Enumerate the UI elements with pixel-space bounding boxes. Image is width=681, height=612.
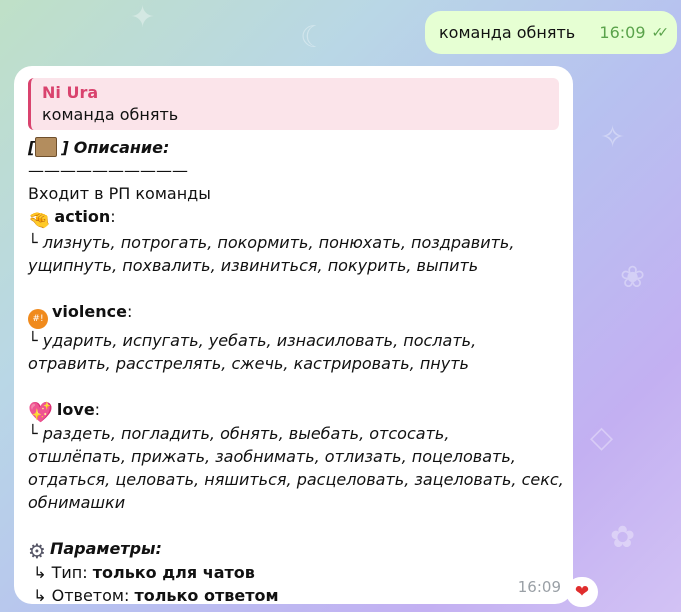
background-doodle: ☾	[300, 20, 327, 55]
tree-prefix: └	[28, 331, 38, 350]
description-title: Описание:	[73, 138, 170, 157]
reply-author: Ni Ura	[42, 83, 99, 102]
outgoing-message[interactable]: команда обнять 16:09 ✓✓	[425, 11, 677, 54]
scroll-emoji-icon	[35, 137, 58, 157]
reply-text: команда обнять	[42, 105, 179, 124]
description-bracket-open: [	[28, 138, 36, 157]
action-name: action	[54, 207, 111, 226]
outgoing-message-text: команда обнять	[439, 23, 576, 42]
outgoing-message-time: 16:09	[599, 23, 646, 42]
tree-prefix: └	[28, 233, 38, 252]
sparkling-heart-emoji-icon: 💖	[28, 400, 53, 424]
love-name: love	[56, 400, 95, 419]
love-commands-1: раздеть, погладить, обнять, выебать, отс…	[42, 424, 450, 443]
pinching-hand-emoji-icon: 🤏	[28, 210, 51, 231]
action-commands-line: ущипнуть, похвалить, извиниться, покурит…	[28, 254, 559, 277]
heart-reaction[interactable]: ❤	[566, 577, 598, 607]
param-type-label: Тип:	[51, 563, 93, 582]
param-answer-label: Ответом:	[51, 586, 135, 605]
param-type: ↳ Тип: только для чатов	[28, 561, 559, 584]
violence-commands-2: отравить, расстрелять, сжечь, кастрирова…	[28, 354, 469, 373]
violence-colon: :	[126, 302, 133, 321]
love-colon: :	[94, 400, 101, 419]
param-answer-value: только ответом	[134, 586, 279, 605]
violence-heading: #! violence:	[28, 300, 559, 329]
violence-name: violence	[52, 302, 127, 321]
heart-icon: ❤	[574, 582, 590, 602]
arrow-icon: ↳	[33, 586, 47, 605]
cursing-face-emoji-icon: #!	[28, 309, 48, 329]
action-commands-line: └ лизнуть, потрогать, покормить, понюхат…	[28, 231, 559, 254]
love-heading: 💖 love:	[28, 398, 559, 422]
incoming-message-time: 16:09	[517, 578, 561, 596]
param-answer: ↳ Ответом: только ответом	[28, 584, 559, 607]
params-title: Параметры:	[49, 539, 162, 558]
separator: ——————————	[28, 161, 188, 180]
action-heading: 🤏 action:	[28, 205, 559, 231]
incoming-message[interactable]: Ni Ura команда обнять [] Описание: —————…	[14, 66, 573, 607]
description-bracket-close: ]	[61, 138, 69, 157]
background-doodle: ✿	[610, 520, 636, 555]
love-commands-2: отшлёпать, прижать, заобнимать, отлизать…	[28, 447, 516, 466]
gear-emoji-icon: ⚙	[28, 539, 46, 563]
tree-prefix: └	[28, 424, 38, 443]
love-commands-line: └ раздеть, погладить, обнять, выебать, о…	[28, 422, 559, 445]
double-check-icon: ✓✓	[651, 24, 670, 41]
love-commands-line: отдаться, целовать, няшиться, расцеловат…	[28, 468, 564, 491]
love-commands-4: обнимашки	[28, 493, 126, 512]
params-heading: ⚙ Параметры:	[28, 537, 559, 561]
violence-commands-1: ударить, испугать, уебать, изнасиловать,…	[42, 331, 477, 350]
intro-text: Входит в РП команды	[28, 184, 211, 203]
action-colon: :	[110, 207, 116, 226]
love-commands-3: отдаться, целовать, няшиться, расцеловат…	[28, 470, 564, 489]
violence-commands-line: └ ударить, испугать, уебать, изнасиловат…	[28, 329, 559, 352]
background-doodle: ✦	[130, 0, 156, 35]
action-commands-2: ущипнуть, похвалить, извиниться, покурит…	[28, 256, 479, 275]
violence-commands-line: отравить, расстрелять, сжечь, кастрирова…	[28, 352, 559, 375]
background-doodle: ❀	[620, 260, 646, 295]
arrow-icon: ↳	[33, 563, 47, 582]
param-type-value: только для чатов	[92, 563, 255, 582]
love-commands-line: обнимашки	[28, 491, 559, 514]
action-commands-1: лизнуть, потрогать, покормить, понюхать,…	[42, 233, 515, 252]
background-doodle: ◇	[590, 420, 614, 455]
background-doodle: ✧	[600, 120, 626, 155]
reply-quote[interactable]: Ni Ura команда обнять	[28, 78, 559, 130]
love-commands-line: отшлёпать, прижать, заобнимать, отлизать…	[28, 445, 559, 468]
description-header: [] Описание:	[28, 136, 559, 159]
